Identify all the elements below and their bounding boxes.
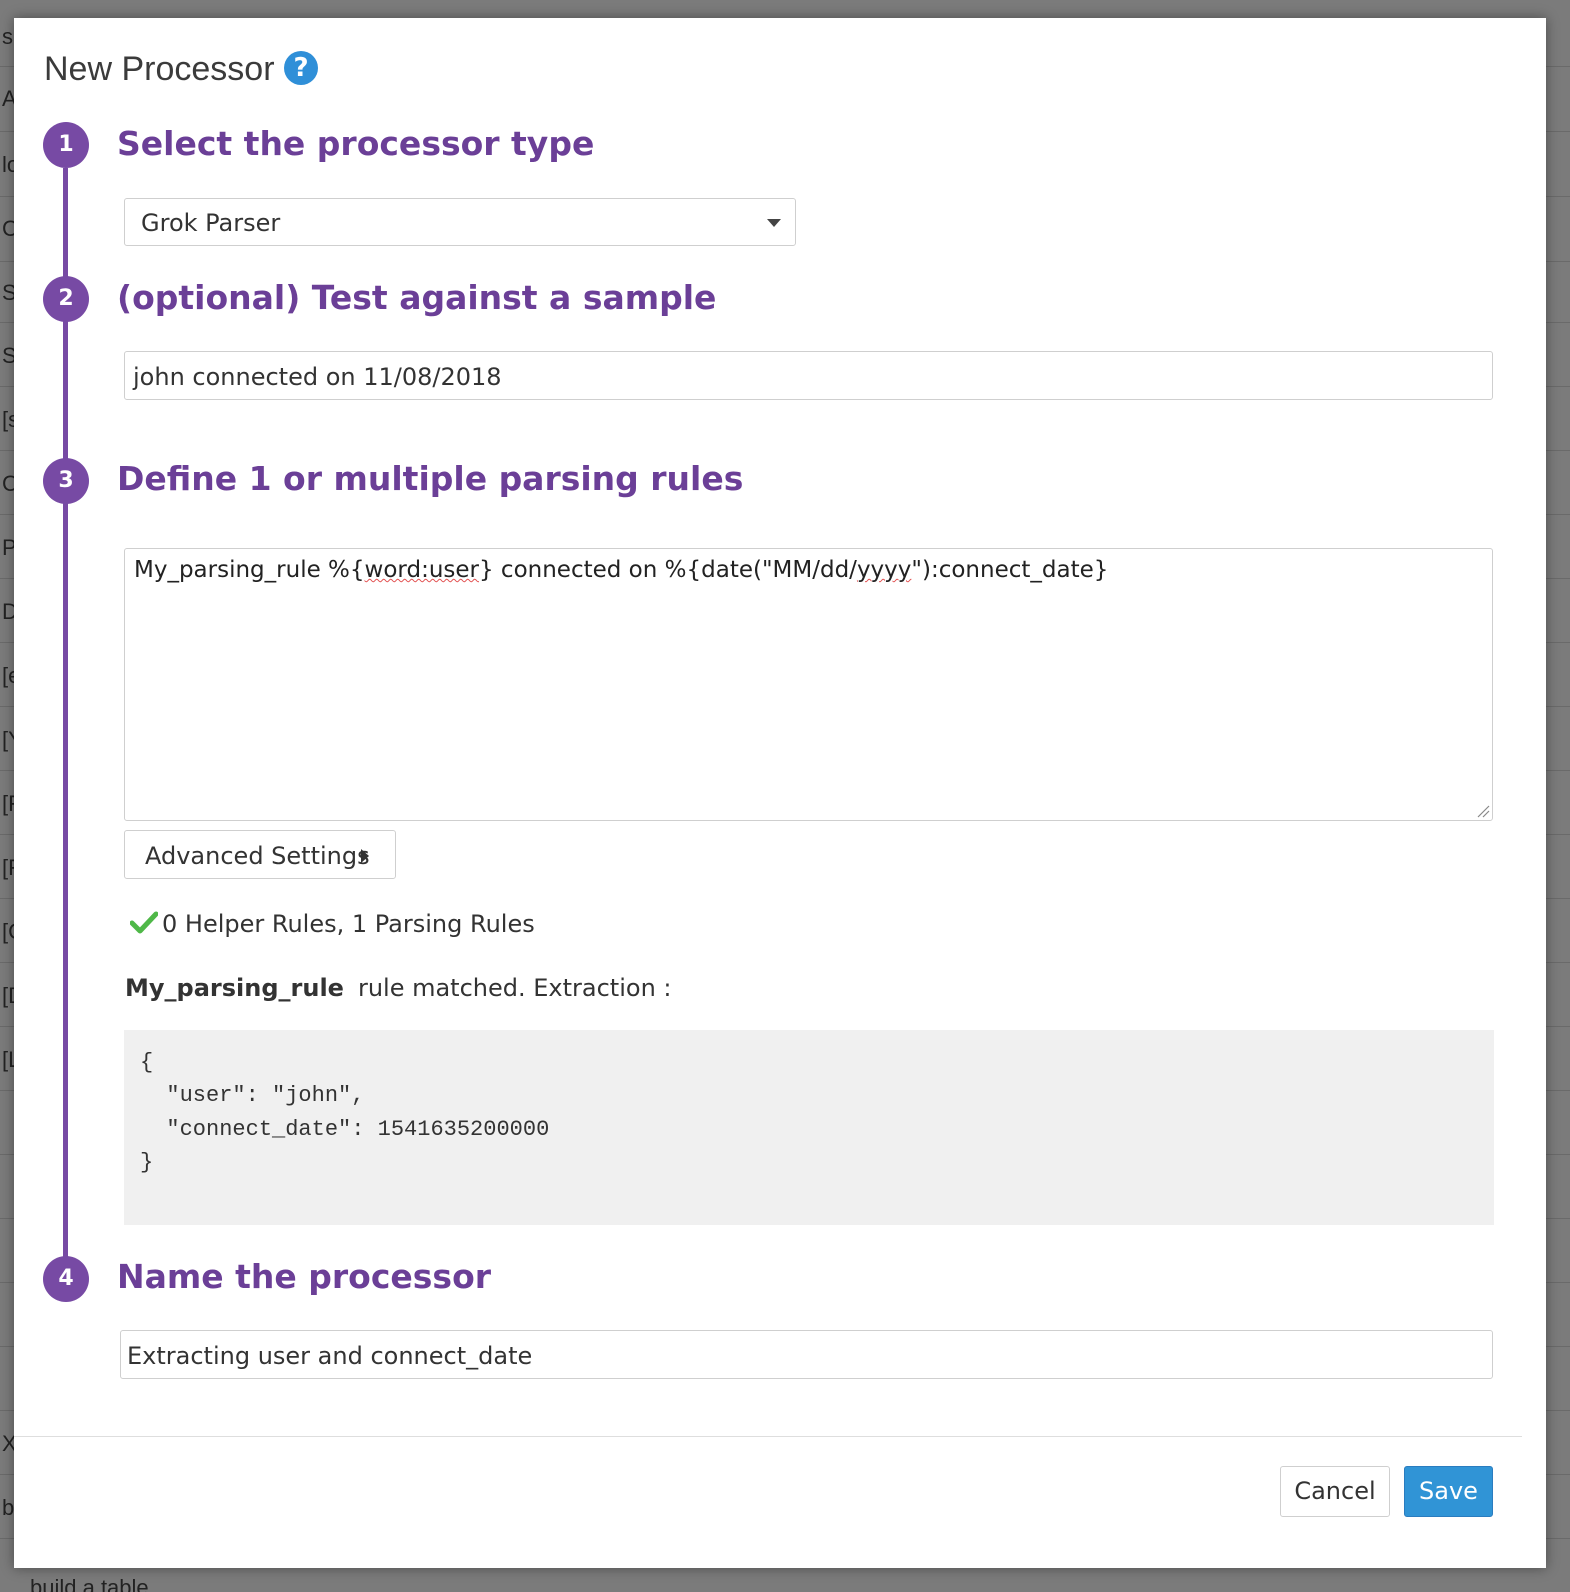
background-row-label: s <box>2 24 13 49</box>
processor-name-value: Extracting user and connect_date <box>127 1342 533 1370</box>
step-number-4: 4 <box>43 1256 89 1302</box>
misspelled-word: word:user <box>364 557 479 583</box>
step-heading-processor-type: Select the processor type <box>117 124 595 163</box>
extraction-output: { "user": "john", "connect_date": 154163… <box>124 1030 1494 1225</box>
resize-handle-icon[interactable] <box>1476 804 1490 818</box>
checkmark-icon <box>130 911 158 934</box>
modal-title: New Processor <box>44 50 275 88</box>
step-number-3: 3 <box>43 458 89 504</box>
extraction-line: { <box>140 1050 154 1075</box>
processor-name-input[interactable]: Extracting user and connect_date <box>120 1330 1493 1379</box>
extraction-line: "connect_date": 1541635200000 <box>140 1117 550 1142</box>
processor-type-selected-value: Grok Parser <box>141 209 281 237</box>
processor-type-select[interactable]: Grok Parser <box>124 198 796 246</box>
parsing-rules-textarea[interactable]: My_parsing_rule %{word:user} connected o… <box>124 548 1493 821</box>
step-heading-test-sample: (optional) Test against a sample <box>117 278 717 317</box>
parsing-rules-text-segment: } connected on %{date("MM/dd/ <box>478 557 857 583</box>
steps-timeline <box>63 168 68 1283</box>
sample-input-value: john connected on 11/08/2018 <box>133 363 502 391</box>
new-processor-modal: New Processor ? 1 Select the processor t… <box>14 18 1546 1568</box>
parsing-rules-text-segment: "):connect_date} <box>911 557 1109 583</box>
cancel-button[interactable]: Cancel <box>1280 1466 1390 1517</box>
extraction-line: } <box>140 1150 154 1175</box>
advanced-settings-button[interactable]: Advanced Settings <box>124 830 396 879</box>
misspelled-word: yyyy <box>856 557 912 583</box>
rules-summary: 0 Helper Rules, 1 Parsing Rules <box>162 910 535 938</box>
caret-down-icon <box>767 219 781 227</box>
step-number-1: 1 <box>43 122 89 168</box>
background-row-label: b <box>2 1495 15 1520</box>
save-button[interactable]: Save <box>1404 1466 1493 1517</box>
step-number-2: 2 <box>43 276 89 322</box>
caret-right-icon <box>361 849 369 863</box>
step-heading-parsing-rules: Define 1 or multiple parsing rules <box>117 459 744 498</box>
background-bottom-text: build a table <box>30 1575 149 1592</box>
parsing-rules-value: My_parsing_rule %{word:user} connected o… <box>134 557 1108 583</box>
help-icon[interactable]: ? <box>284 51 318 85</box>
matched-rule-name: My_parsing_rule <box>125 974 344 1002</box>
sample-input[interactable]: john connected on 11/08/2018 <box>124 351 1493 400</box>
step-heading-name-processor: Name the processor <box>117 1257 492 1296</box>
advanced-settings-label: Advanced Settings <box>145 842 370 870</box>
extraction-line: "user": "john", <box>140 1083 365 1108</box>
match-result-text: rule matched. Extraction : <box>357 974 672 1002</box>
footer-divider <box>14 1436 1522 1437</box>
match-result: My_parsing_rule rule matched. Extraction … <box>125 974 672 1002</box>
parsing-rules-text-segment: My_parsing_rule %{ <box>134 557 365 583</box>
